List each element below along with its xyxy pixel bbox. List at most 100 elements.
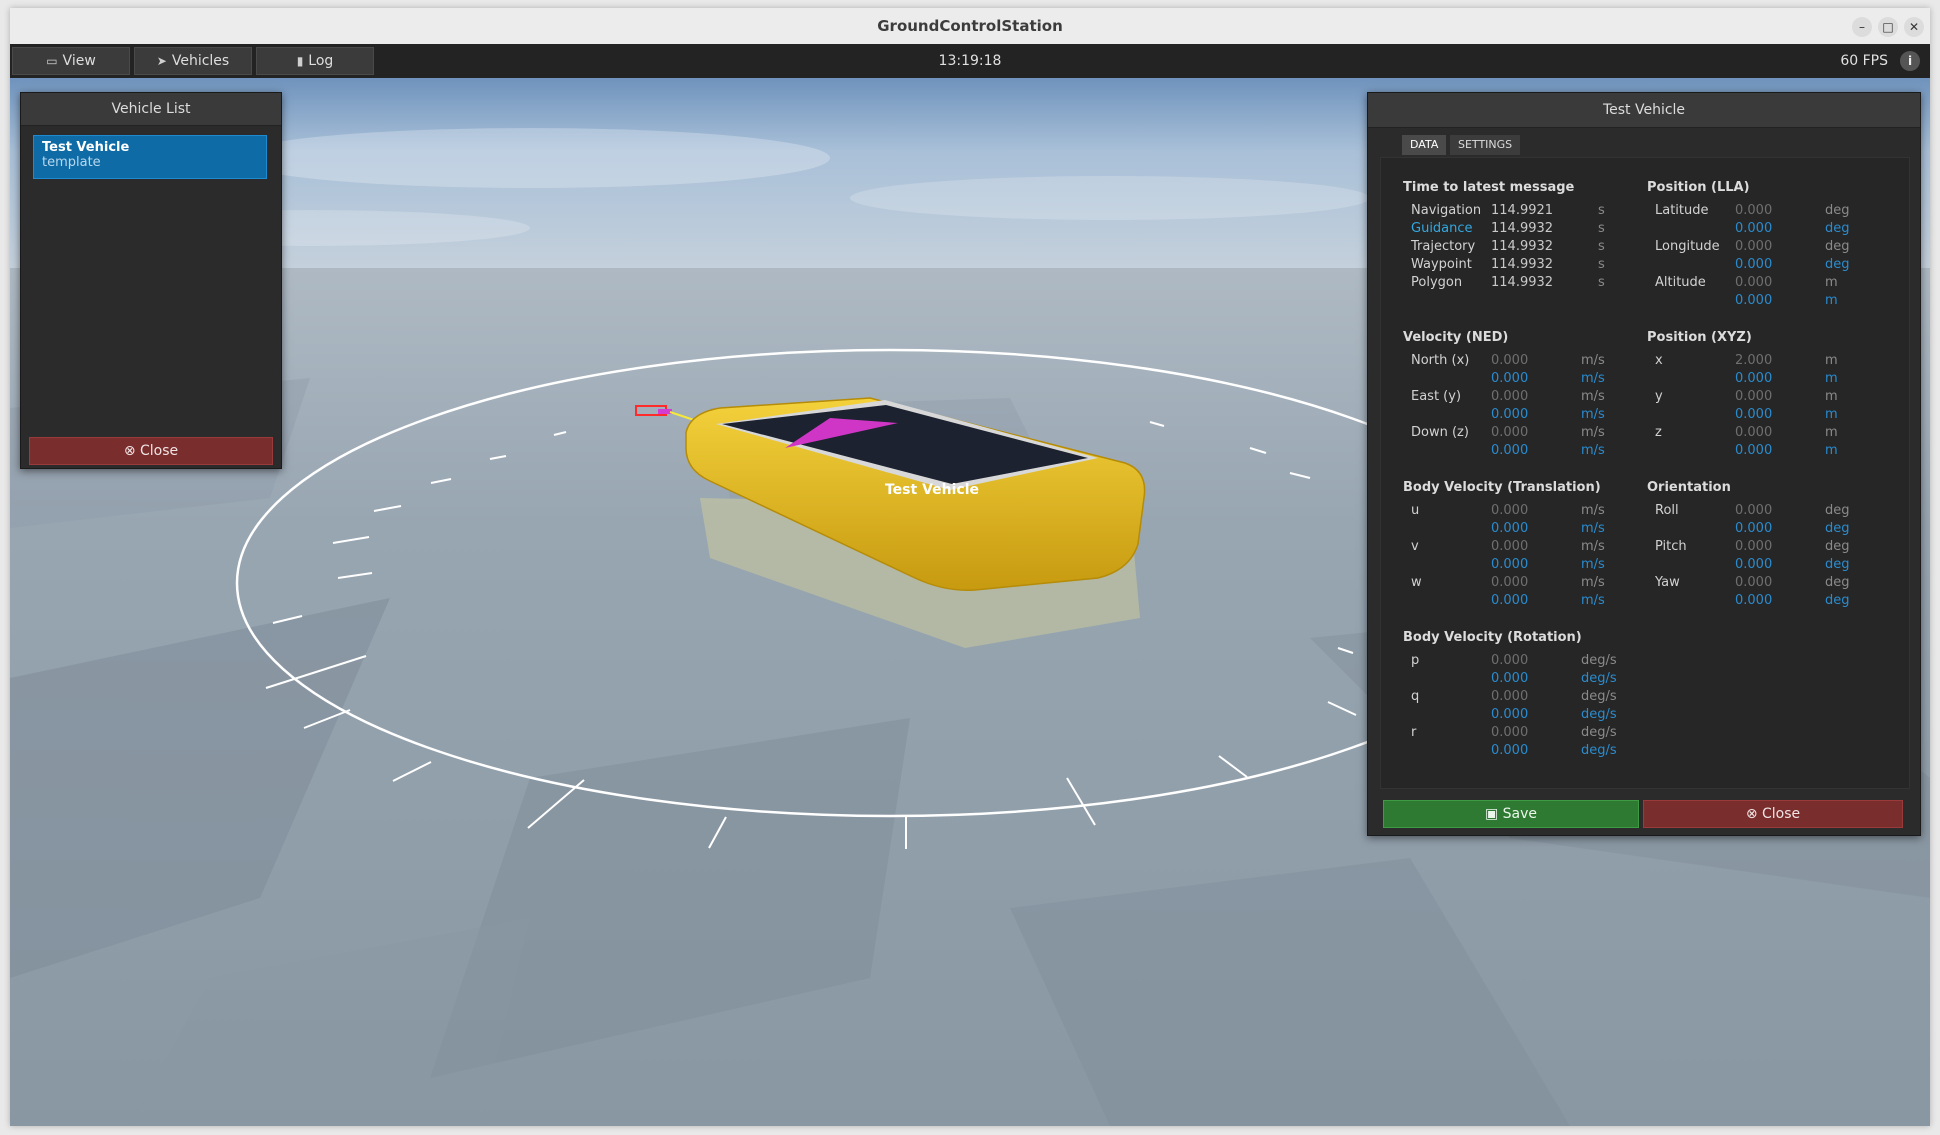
save-label: Save — [1502, 806, 1538, 822]
bvr-target-value: 0.000 — [1491, 743, 1529, 758]
xyz-label: x — [1655, 353, 1663, 368]
latest-msg-unit: s — [1598, 257, 1605, 272]
bvt-label: v — [1411, 539, 1419, 554]
clock: 13:19:18 — [938, 53, 1002, 69]
orientation-title: Orientation — [1647, 480, 1731, 495]
vehicle-panel-title: Test Vehicle — [1368, 93, 1920, 128]
vehicle-item-type: template — [42, 155, 101, 170]
xyz-value: 0.000 — [1735, 389, 1773, 404]
latest-msg-label-guidance-link[interactable]: Guidance — [1411, 220, 1473, 238]
lla-unit: deg — [1825, 239, 1850, 254]
close-circle-icon: ⊗ — [1745, 806, 1758, 822]
xyz-target-unit: m — [1825, 443, 1838, 458]
ned-target-value: 0.000 — [1491, 443, 1529, 458]
bvr-unit: deg/s — [1581, 653, 1617, 668]
latest-msg-label: Polygon — [1411, 275, 1463, 290]
ned-unit: m/s — [1581, 389, 1605, 404]
close-window-icon[interactable]: ✕ — [1904, 17, 1924, 37]
orientation-target-value: 0.000 — [1735, 521, 1773, 536]
latest-msg-unit: s — [1598, 275, 1605, 290]
bvr-target-value: 0.000 — [1491, 671, 1529, 686]
info-icon[interactable]: i — [1900, 51, 1920, 71]
ned-unit: m/s — [1581, 425, 1605, 440]
ned-label: Down (z) — [1411, 425, 1469, 440]
bvt-unit: m/s — [1581, 539, 1605, 554]
save-button[interactable]: ▣ Save — [1383, 800, 1639, 828]
bvt-target-unit: m/s — [1581, 557, 1605, 572]
lla-label: Longitude — [1655, 239, 1720, 254]
lla-label: Altitude — [1655, 275, 1706, 290]
xyz-unit: m — [1825, 353, 1838, 368]
vehicle-item-name: Test Vehicle — [42, 140, 130, 155]
latest-msg-label: Navigation — [1411, 203, 1482, 218]
ned-value: 0.000 — [1491, 353, 1529, 368]
lla-target-value: 0.000 — [1735, 293, 1773, 308]
ned-target-value: 0.000 — [1491, 371, 1529, 386]
latest-msg-label: Trajectory — [1411, 239, 1476, 254]
bvr-target-unit: deg/s — [1581, 707, 1617, 722]
xyz-unit: m — [1825, 425, 1838, 440]
xyz-label: y — [1655, 389, 1663, 404]
body-velocity-rotation-title: Body Velocity (Rotation) — [1403, 630, 1582, 645]
lla-unit: m — [1825, 275, 1838, 290]
latest-msg-label: Waypoint — [1411, 257, 1472, 272]
orientation-target-unit: deg — [1825, 557, 1850, 572]
lla-value: 0.000 — [1735, 239, 1773, 254]
ned-label: East (y) — [1411, 389, 1462, 404]
xyz-target-unit: m — [1825, 371, 1838, 386]
ned-target-unit: m/s — [1581, 443, 1605, 458]
lla-target-value: 0.000 — [1735, 257, 1773, 272]
orientation-target-value: 0.000 — [1735, 557, 1773, 572]
bvt-target-unit: m/s — [1581, 593, 1605, 608]
ned-target-value: 0.000 — [1491, 407, 1529, 422]
window-title: GroundControlStation — [877, 17, 1063, 35]
lla-target-value: 0.000 — [1735, 221, 1773, 236]
latest-msg-value: 114.9932 — [1491, 257, 1554, 272]
orientation-unit: deg — [1825, 539, 1850, 554]
maximize-icon[interactable]: □ — [1878, 17, 1898, 37]
position-lla-title: Position (LLA) — [1647, 180, 1750, 195]
bvt-target-value: 0.000 — [1491, 521, 1529, 536]
data-tab-content: Time to latest message Navigation 114.99… — [1380, 157, 1910, 789]
vehicle-panel-close-button[interactable]: ⊗ Close — [1643, 800, 1903, 828]
xyz-target-value: 0.000 — [1735, 407, 1773, 422]
bvr-target-unit: deg/s — [1581, 671, 1617, 686]
menu-bar: ▭ View ➤ Vehicles ▮ Log 13:19:18 60 FPS i — [10, 44, 1930, 78]
xyz-value: 2.000 — [1735, 353, 1773, 368]
lla-value: 0.000 — [1735, 275, 1773, 290]
orientation-label: Pitch — [1655, 539, 1687, 554]
latest-msg-value: 114.9932 — [1491, 239, 1554, 254]
bvr-value: 0.000 — [1491, 689, 1529, 704]
app-window: GroundControlStation – □ ✕ ▭ View ➤ Vehicl… — [10, 8, 1930, 1126]
lla-target-unit: deg — [1825, 257, 1850, 272]
minimize-icon[interactable]: – — [1852, 17, 1872, 37]
xyz-unit: m — [1825, 389, 1838, 404]
xyz-target-value: 0.000 — [1735, 443, 1773, 458]
tab-data[interactable]: DATA — [1402, 135, 1447, 155]
velocity-ned-title: Velocity (NED) — [1403, 330, 1509, 345]
bvr-unit: deg/s — [1581, 689, 1617, 704]
vehicle-detail-panel: Test Vehicle DATA SETTINGS Time to lates… — [1367, 92, 1921, 836]
xyz-value: 0.000 — [1735, 425, 1773, 440]
ned-unit: m/s — [1581, 353, 1605, 368]
bvt-label: u — [1411, 503, 1420, 518]
orientation-target-unit: deg — [1825, 521, 1850, 536]
bvt-value: 0.000 — [1491, 575, 1529, 590]
ned-value: 0.000 — [1491, 389, 1529, 404]
bvt-label: w — [1411, 575, 1422, 590]
tab-settings[interactable]: SETTINGS — [1450, 135, 1521, 155]
bvr-unit: deg/s — [1581, 725, 1617, 740]
title-bar: GroundControlStation – □ ✕ — [10, 8, 1930, 44]
bvt-value: 0.000 — [1491, 503, 1529, 518]
bvr-target-value: 0.000 — [1491, 707, 1529, 722]
bvr-value: 0.000 — [1491, 725, 1529, 740]
orientation-unit: deg — [1825, 575, 1850, 590]
vehicle-list-close-button[interactable]: ⊗ Close — [29, 437, 273, 465]
bvr-label: p — [1411, 653, 1420, 668]
lla-target-unit: m — [1825, 293, 1838, 308]
orientation-label: Roll — [1655, 503, 1679, 518]
bvr-target-unit: deg/s — [1581, 743, 1617, 758]
bvr-label: r — [1411, 725, 1417, 740]
ned-target-unit: m/s — [1581, 371, 1605, 386]
vehicle-list-item[interactable]: Test Vehicle template — [33, 135, 267, 179]
